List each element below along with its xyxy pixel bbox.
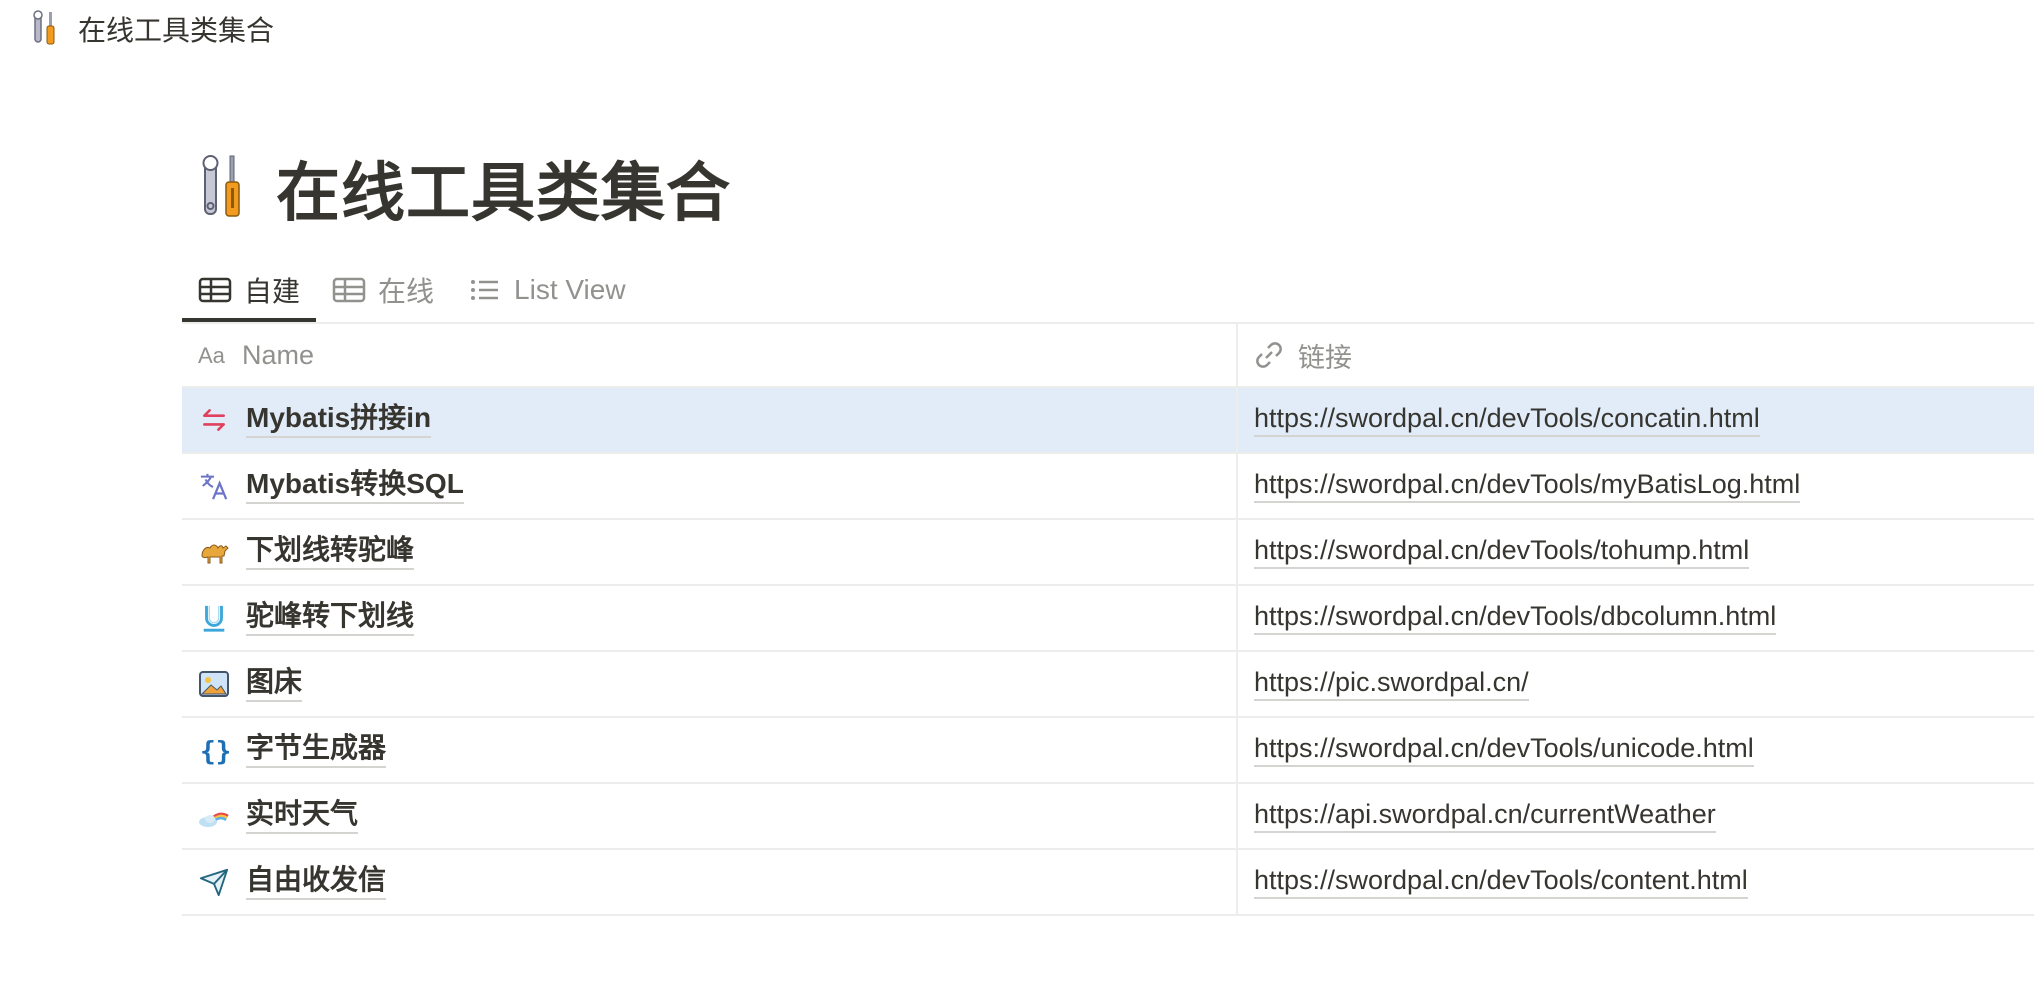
camel-icon	[198, 536, 230, 568]
table-row[interactable]: 图床 https://pic.swordpal.cn/	[182, 652, 2034, 718]
column-header-label: Name	[242, 339, 315, 370]
name-cell[interactable]: 图床	[182, 652, 1238, 716]
table-header-row: Aa Name 链接	[182, 322, 2034, 388]
table-row[interactable]: Mybatis转换SQL https://swordpal.cn/devTool…	[182, 454, 2034, 520]
topbar: 在线工具类集合	[0, 0, 2034, 58]
link-cell[interactable]: https://swordpal.cn/devTools/tohump.html	[1238, 520, 2034, 584]
row-link[interactable]: https://swordpal.cn/devTools/myBatisLog.…	[1254, 469, 1801, 504]
table-icon	[332, 277, 366, 303]
tab-self-built[interactable]: 自建	[182, 258, 317, 322]
database-table: Aa Name 链接 Mybatis拼接in https://swordpal.…	[182, 322, 2034, 916]
tab-label: List View	[514, 274, 626, 305]
braces-icon: {}	[198, 734, 230, 766]
page-header: 在线工具类集合	[198, 142, 731, 234]
row-name[interactable]: 驼峰转下划线	[246, 600, 415, 636]
row-link[interactable]: https://swordpal.cn/devTools/dbcolumn.ht…	[1254, 601, 1777, 636]
table-row[interactable]: Mybatis拼接in https://swordpal.cn/devTools…	[182, 388, 2034, 454]
column-header-label: 链接	[1298, 342, 1352, 373]
svg-text:{}: {}	[200, 737, 229, 765]
name-cell[interactable]: Mybatis转换SQL	[182, 454, 1238, 518]
column-header-link[interactable]: 链接	[1238, 324, 2034, 386]
tab-online[interactable]: 在线	[316, 258, 450, 322]
row-link[interactable]: https://swordpal.cn/devTools/tohump.html	[1254, 535, 1750, 570]
table-icon	[198, 277, 232, 303]
link-cell[interactable]: https://pic.swordpal.cn/	[1238, 652, 2034, 716]
link-cell[interactable]: https://swordpal.cn/devTools/dbcolumn.ht…	[1238, 586, 2034, 650]
name-cell[interactable]: 自由收发信	[182, 850, 1238, 914]
tab-label: 自建	[244, 276, 301, 307]
swap-arrows-icon	[198, 404, 230, 436]
picture-icon	[198, 668, 230, 700]
tab-label: 在线	[378, 276, 435, 307]
page-title[interactable]: 在线工具类集合	[276, 142, 731, 234]
tab-list-view[interactable]: List View	[450, 258, 642, 322]
row-link[interactable]: https://swordpal.cn/devTools/content.htm…	[1254, 865, 1748, 900]
row-link[interactable]: https://swordpal.cn/devTools/unicode.htm…	[1254, 733, 1754, 768]
row-link[interactable]: https://pic.swordpal.cn/	[1254, 667, 1529, 702]
underline-icon	[198, 602, 230, 634]
row-link[interactable]: https://swordpal.cn/devTools/concatin.ht…	[1254, 403, 1760, 438]
row-name[interactable]: 图床	[246, 666, 303, 702]
table-row[interactable]: 下划线转驼峰 https://swordpal.cn/devTools/tohu…	[182, 520, 2034, 586]
text-property-icon: Aa	[198, 340, 232, 370]
row-name[interactable]: 自由收发信	[246, 864, 387, 900]
link-icon	[1254, 340, 1288, 370]
list-icon	[471, 280, 499, 300]
weather-rainbow-icon	[198, 800, 230, 832]
row-name[interactable]: 实时天气	[246, 798, 359, 834]
paper-plane-icon	[198, 866, 230, 898]
name-cell[interactable]: 驼峰转下划线	[182, 586, 1238, 650]
tools-icon[interactable]	[198, 154, 248, 222]
row-name[interactable]: 下划线转驼峰	[246, 534, 415, 570]
column-header-name[interactable]: Aa Name	[182, 324, 1238, 386]
link-cell[interactable]: https://swordpal.cn/devTools/unicode.htm…	[1238, 718, 2034, 782]
table-row[interactable]: 驼峰转下划线 https://swordpal.cn/devTools/dbco…	[182, 586, 2034, 652]
view-tabs: 自建 在线 List View	[182, 258, 2034, 322]
translate-icon	[198, 470, 230, 502]
table-row[interactable]: {} 字节生成器 https://swordpal.cn/devTools/un…	[182, 718, 2034, 784]
name-cell[interactable]: 实时天气	[182, 784, 1238, 848]
table-row[interactable]: 实时天气 https://api.swordpal.cn/currentWeat…	[182, 784, 2034, 850]
link-cell[interactable]: https://swordpal.cn/devTools/content.htm…	[1238, 850, 2034, 914]
svg-text:Aa: Aa	[198, 343, 226, 368]
name-cell[interactable]: Mybatis拼接in	[182, 388, 1238, 452]
name-cell[interactable]: 下划线转驼峰	[182, 520, 1238, 584]
row-name[interactable]: Mybatis拼接in	[246, 402, 432, 438]
link-cell[interactable]: https://swordpal.cn/devTools/myBatisLog.…	[1238, 454, 2034, 518]
name-cell[interactable]: {} 字节生成器	[182, 718, 1238, 782]
tools-icon	[33, 10, 55, 45]
row-name[interactable]: 字节生成器	[246, 732, 387, 768]
table-row[interactable]: 自由收发信 https://swordpal.cn/devTools/conte…	[182, 850, 2034, 916]
row-name[interactable]: Mybatis转换SQL	[246, 468, 464, 504]
link-cell[interactable]: https://api.swordpal.cn/currentWeather	[1238, 784, 2034, 848]
breadcrumb-title[interactable]: 在线工具类集合	[78, 9, 274, 49]
link-cell[interactable]: https://swordpal.cn/devTools/concatin.ht…	[1238, 388, 2034, 452]
row-link[interactable]: https://api.swordpal.cn/currentWeather	[1254, 799, 1716, 834]
